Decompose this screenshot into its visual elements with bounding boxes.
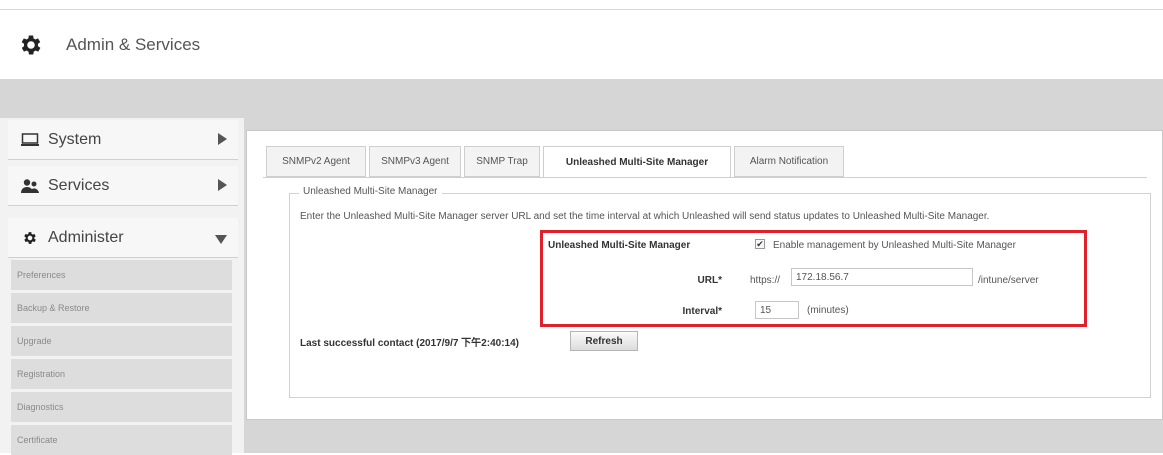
tab-unleashed-multi-site-manager[interactable]: Unleashed Multi-Site Manager [543,146,731,178]
app-header: Admin & Services [18,30,200,60]
gear-icon [21,35,41,55]
last-contact-text: Last successful contact (2017/9/7 下午2:40… [300,338,519,349]
sidebar-item-label: System [48,130,102,148]
sidebar-subitem-upgrade[interactable]: Upgrade [11,326,232,356]
tab-bar: SNMPv2 Agent SNMPv3 Agent SNMP Trap Unle… [266,146,847,178]
page-title: Admin & Services [66,35,201,54]
chevron-right-icon [218,179,227,191]
sidebar-item-administer[interactable]: Administer [8,218,238,258]
tab-snmpv3-agent[interactable]: SNMPv3 Agent [369,146,461,177]
refresh-button[interactable]: Refresh [570,331,638,351]
sidebar-subitem-backup-restore[interactable]: Backup & Restore [11,293,232,323]
tab-alarm-notification[interactable]: Alarm Notification [734,146,844,177]
sidebar-item-services[interactable]: Services [8,166,238,206]
tab-divider [263,177,1147,178]
sidebar-item-label: Services [48,176,110,194]
chevron-down-icon [215,235,227,244]
title-band [0,79,1163,118]
sidebar-subitem-preferences[interactable]: Preferences [11,260,232,290]
users-icon [20,178,40,194]
tab-snmp-trap[interactable]: SNMP Trap [464,146,540,177]
highlight-box [540,230,1087,327]
chevron-right-icon [218,133,227,145]
monitor-icon [20,132,40,148]
sidebar-subitem-certificate[interactable]: Certificate [11,425,232,455]
section-legend: Unleashed Multi-Site Manager [299,186,442,197]
section-description: Enter the Unleashed Multi-Site Manager s… [300,211,990,222]
sidebar-subitem-diagnostics[interactable]: Diagnostics [11,392,232,422]
sidebar-subitem-registration[interactable]: Registration [11,359,232,389]
top-divider [0,9,1163,10]
gear-icon [20,230,40,246]
sidebar-item-system[interactable]: System [8,120,238,160]
tab-snmpv2-agent[interactable]: SNMPv2 Agent [266,146,366,177]
sidebar-item-label: Administer [48,228,124,246]
